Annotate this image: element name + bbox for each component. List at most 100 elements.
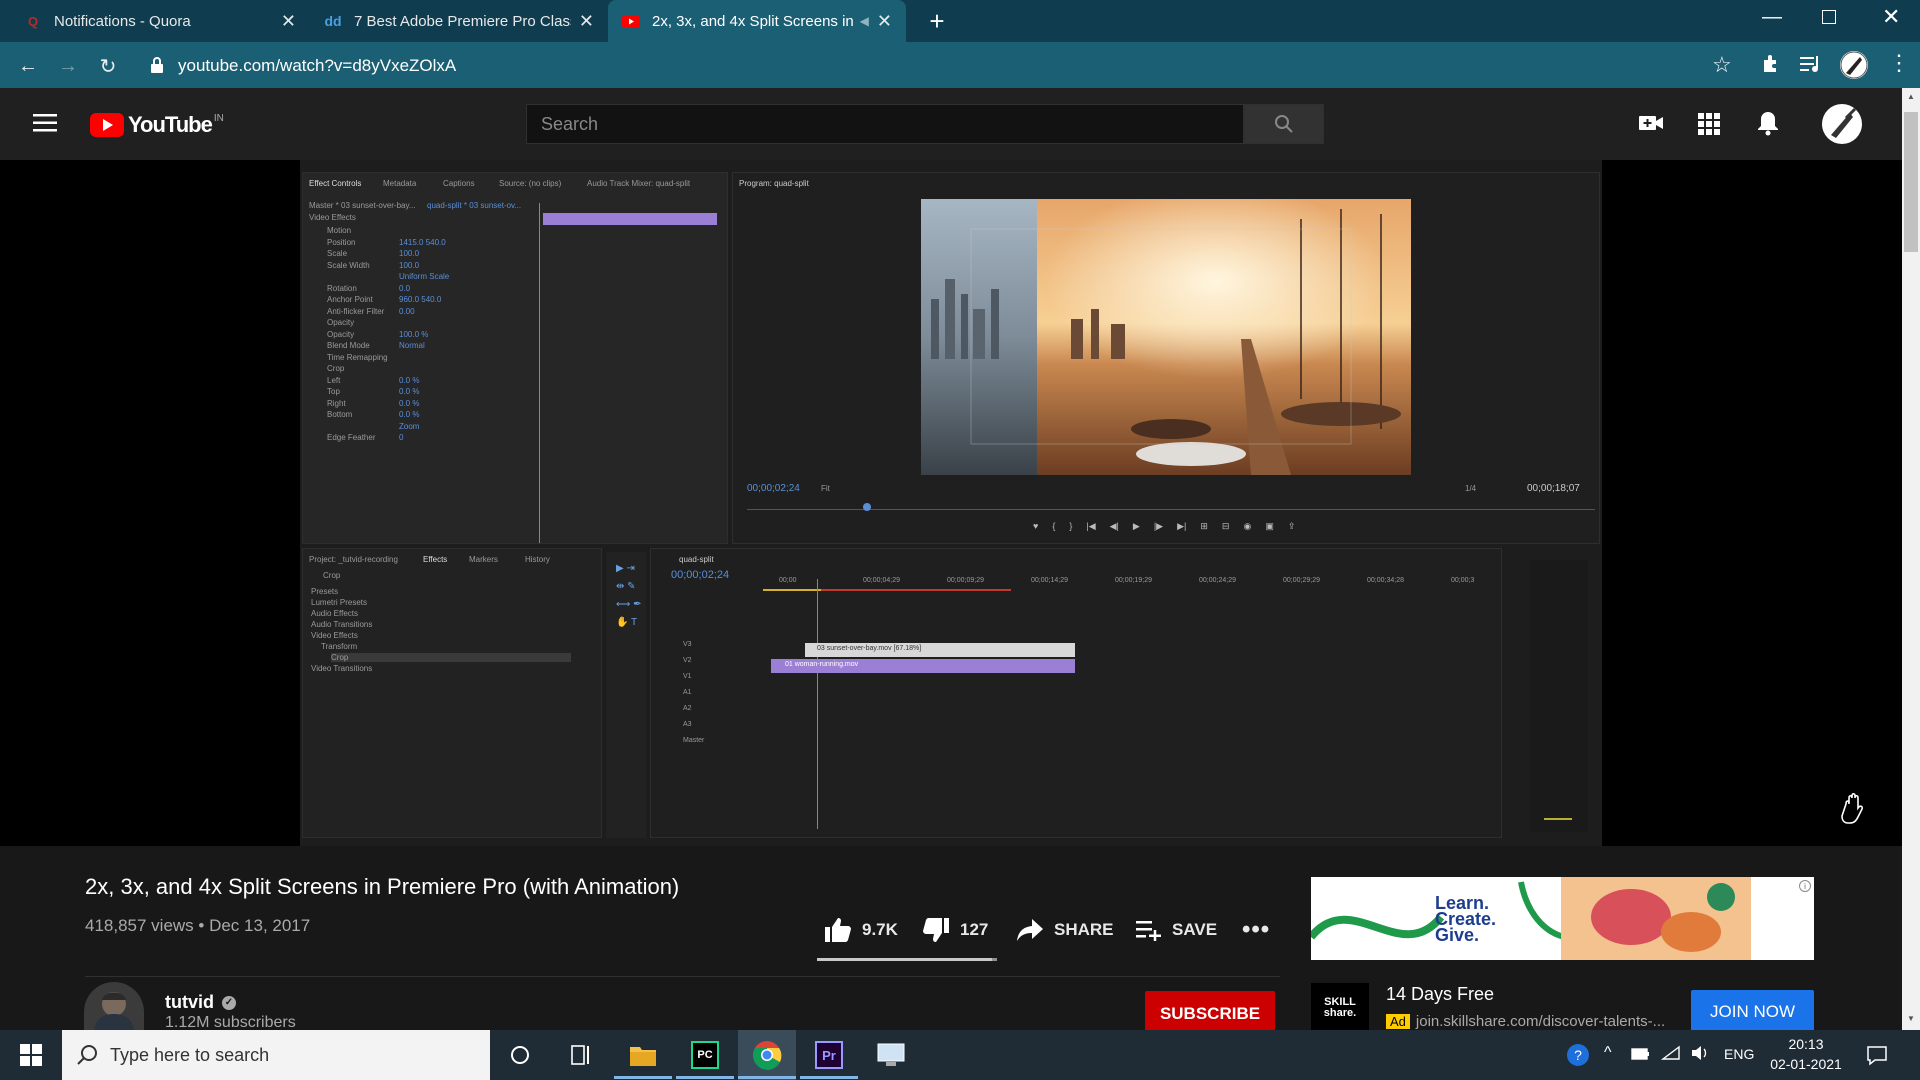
- effect-row[interactable]: Uniform Scale: [303, 271, 539, 282]
- effect-row[interactable]: Time Remapping: [303, 352, 539, 363]
- close-tab-icon[interactable]: ✕: [877, 11, 892, 32]
- effect-row[interactable]: Edge Feather 0: [303, 432, 539, 443]
- effect-row[interactable]: Right 0.0 %: [303, 398, 539, 409]
- apps-grid-icon[interactable]: [1698, 113, 1720, 140]
- timeline-clip-bottom[interactable]: 01 woman-running.mov: [771, 659, 1075, 673]
- premiere-pro-icon[interactable]: Pr: [800, 1030, 858, 1080]
- remote-desktop-icon[interactable]: [862, 1030, 920, 1080]
- effect-row[interactable]: Bottom 0.0 %: [303, 409, 539, 420]
- tab-quora[interactable]: Q Notifications - Quora ✕: [10, 0, 310, 42]
- account-avatar[interactable]: [1822, 104, 1862, 144]
- youtube-logo[interactable]: YouTube IN: [90, 112, 224, 138]
- video-frame[interactable]: Effect Controls Metadata Captions Source…: [300, 160, 1602, 846]
- track-label[interactable]: V3: [683, 641, 692, 648]
- effect-row[interactable]: Anchor Point 960.0 540.0: [303, 294, 539, 305]
- search-button[interactable]: [1244, 104, 1324, 144]
- create-video-icon[interactable]: [1638, 112, 1664, 139]
- ad-banner-image[interactable]: Learn. Create. Give. i: [1311, 877, 1814, 960]
- like-button[interactable]: 9.7K: [824, 916, 898, 944]
- effects-tree-item[interactable]: Lumetri Presets: [311, 598, 367, 607]
- bookmark-star-icon[interactable]: ☆: [1712, 52, 1732, 78]
- ad-url-row[interactable]: Ad join.skillshare.com/discover-talents-…: [1386, 1013, 1665, 1030]
- chrome-icon[interactable]: [738, 1030, 796, 1080]
- share-button[interactable]: SHARE: [1016, 916, 1114, 944]
- page-scrollbar[interactable]: ▲ ▼: [1902, 88, 1920, 1030]
- effects-search[interactable]: Crop: [323, 571, 340, 580]
- effect-row[interactable]: Motion: [303, 225, 539, 236]
- track-label[interactable]: V2: [683, 657, 692, 664]
- effect-row[interactable]: Blend Mode Normal: [303, 340, 539, 351]
- effect-row[interactable]: Opacity: [303, 317, 539, 328]
- tab-youtube-video[interactable]: 2x, 3x, and 4x Split Screens in ◀ ✕: [608, 0, 906, 42]
- file-explorer-icon[interactable]: [614, 1030, 672, 1080]
- hamburger-menu-icon[interactable]: [33, 114, 57, 137]
- close-window-button[interactable]: ✕: [1882, 4, 1900, 30]
- minimize-button[interactable]: —: [1762, 6, 1782, 29]
- windows-start-icon[interactable]: [2, 1030, 60, 1080]
- timeline-playhead[interactable]: [817, 579, 818, 829]
- extensions-icon[interactable]: [1760, 52, 1782, 79]
- join-now-button[interactable]: JOIN NOW: [1691, 990, 1814, 1034]
- help-icon[interactable]: ?: [1565, 1042, 1591, 1073]
- action-center-icon[interactable]: [1866, 1044, 1888, 1071]
- track-label[interactable]: V1: [683, 673, 692, 680]
- effect-row[interactable]: Rotation 0.0: [303, 283, 539, 294]
- quality-dropdown[interactable]: 1/4: [1465, 484, 1476, 493]
- track-label[interactable]: A2: [683, 705, 692, 712]
- track-label[interactable]: A1: [683, 689, 692, 696]
- effects-tree-item[interactable]: Video Effects: [311, 631, 358, 640]
- effect-row[interactable]: Zoom: [303, 421, 539, 432]
- effect-row[interactable]: Opacity 100.0 %: [303, 329, 539, 340]
- channel-name-row[interactable]: tutvid ✓: [165, 992, 236, 1013]
- effect-row[interactable]: Position 1415.0 540.0: [303, 237, 539, 248]
- effect-row[interactable]: Crop: [303, 363, 539, 374]
- program-scrub-bar[interactable]: [747, 509, 1595, 510]
- back-arrow-icon[interactable]: ←: [14, 52, 42, 80]
- show-hidden-icons-chevron-icon[interactable]: ^: [1604, 1044, 1612, 1062]
- program-playhead[interactable]: [863, 503, 871, 511]
- effect-row[interactable]: Top 0.0 %: [303, 386, 539, 397]
- timeline-clip-top[interactable]: 03 sunset-over-bay.mov [67.18%]: [805, 643, 1075, 657]
- scrollbar-thumb[interactable]: [1904, 112, 1918, 252]
- search-input[interactable]: Search: [526, 104, 1244, 144]
- tool-icons[interactable]: ▶ ⇥ ⇹ ✎ ⟷ ✒ ✋ T: [616, 560, 642, 632]
- track-label[interactable]: Master: [683, 737, 704, 744]
- track-label[interactable]: A3: [683, 721, 692, 728]
- effects-tree-item[interactable]: Video Transitions: [311, 664, 372, 673]
- tab-premiere-classes[interactable]: dd 7 Best Adobe Premiere Pro Class ✕: [310, 0, 608, 42]
- url-field[interactable]: youtube.com/watch?v=d8yVxeZOlxA: [138, 50, 1718, 82]
- transport-controls[interactable]: ♥{} |◀ ◀| ▶ |▶ ▶| ⊞ ⊟ ◉ ▣ ⇪: [1033, 521, 1295, 532]
- forward-arrow-icon[interactable]: →: [54, 52, 82, 80]
- effect-row[interactable]: Left 0.0 %: [303, 375, 539, 386]
- reload-icon[interactable]: ↻: [94, 52, 122, 80]
- taskbar-search-input[interactable]: Type here to search: [62, 1030, 490, 1080]
- scroll-down-arrow-icon[interactable]: ▼: [1907, 1014, 1915, 1023]
- effects-tree-item[interactable]: Crop: [331, 653, 571, 662]
- cortana-icon[interactable]: [491, 1030, 549, 1080]
- effects-tree-item[interactable]: Audio Transitions: [311, 620, 372, 629]
- clock[interactable]: 20:13 02-01-2021: [1766, 1034, 1846, 1074]
- chrome-menu-icon[interactable]: ⋮: [1888, 50, 1910, 76]
- dislike-button[interactable]: 127: [922, 916, 988, 944]
- media-control-icon[interactable]: [1800, 54, 1822, 79]
- profile-avatar[interactable]: [1840, 51, 1868, 79]
- input-language[interactable]: ENG: [1724, 1046, 1754, 1062]
- new-tab-button[interactable]: +: [922, 6, 952, 36]
- wifi-icon[interactable]: [1660, 1045, 1681, 1066]
- volume-icon[interactable]: [1690, 1045, 1710, 1066]
- effect-row[interactable]: Scale 100.0: [303, 248, 539, 259]
- effects-tree-item[interactable]: Transform: [321, 642, 357, 651]
- effect-row[interactable]: Anti-flicker Filter 0.00: [303, 306, 539, 317]
- effects-tree-item[interactable]: Audio Effects: [311, 609, 358, 618]
- save-button[interactable]: SAVE: [1136, 916, 1217, 944]
- ad-info-icon[interactable]: i: [1799, 880, 1811, 892]
- restore-button[interactable]: [1822, 10, 1836, 24]
- effects-tree-item[interactable]: Presets: [311, 587, 338, 596]
- scroll-up-arrow-icon[interactable]: ▲: [1907, 92, 1915, 101]
- close-tab-icon[interactable]: ✕: [281, 11, 296, 32]
- battery-icon[interactable]: [1631, 1047, 1651, 1066]
- program-preview-image[interactable]: [921, 199, 1411, 475]
- notifications-bell-icon[interactable]: [1757, 110, 1779, 141]
- effect-row[interactable]: Scale Width 100.0: [303, 260, 539, 271]
- close-tab-icon[interactable]: ✕: [579, 11, 594, 32]
